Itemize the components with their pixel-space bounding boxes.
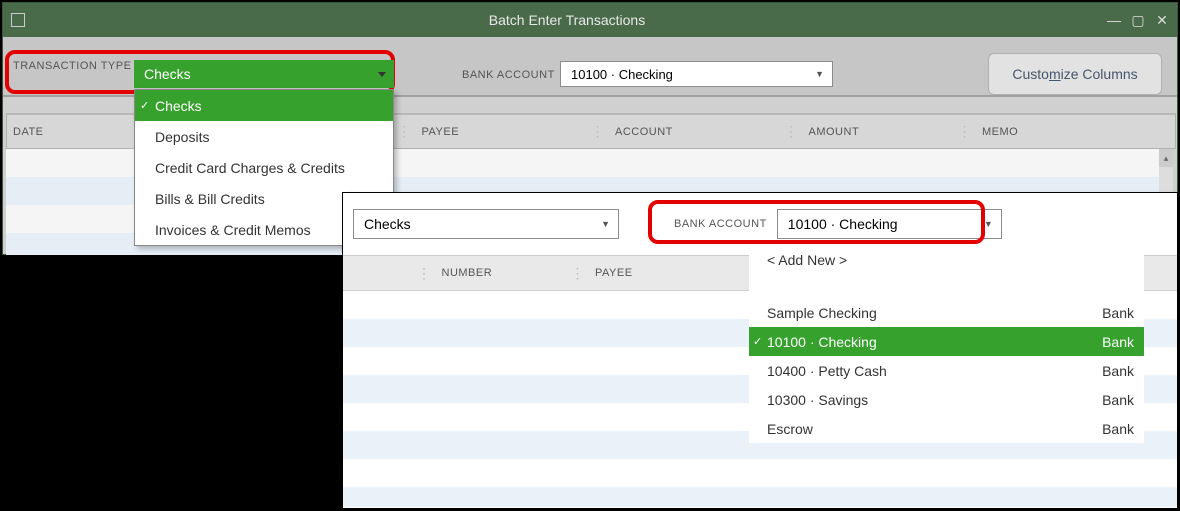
window-title: Batch Enter Transactions: [27, 12, 1107, 28]
chevron-down-icon: ▼: [601, 219, 610, 229]
col-memo: MEMO: [976, 126, 1175, 138]
transaction-type-select[interactable]: Checks: [134, 60, 394, 88]
minimize-icon[interactable]: —: [1107, 13, 1121, 27]
overlay-transaction-type-value: Checks: [364, 216, 411, 232]
bank-account-dropdown: < Add New > Sample Checking Bank 10100 ·…: [749, 245, 1144, 443]
overlay-bank-account-select[interactable]: 10100 · Checking ▼: [777, 209, 1002, 239]
col-account: ACCOUNT: [609, 126, 784, 138]
overlay-col-number: NUMBER: [436, 267, 571, 279]
bank-account-select[interactable]: 10100 · Checking ▼: [560, 61, 833, 87]
overlay-bank-account-value: 10100 · Checking: [788, 216, 898, 232]
col-payee: PAYEE: [416, 126, 591, 138]
transaction-type-option-checks[interactable]: Checks: [135, 90, 393, 121]
col-amount: AMOUNT: [803, 126, 958, 138]
scroll-up-icon[interactable]: ▴: [1159, 149, 1173, 167]
customize-columns-button[interactable]: Customize Columns: [988, 53, 1162, 95]
maximize-icon[interactable]: ▢: [1131, 13, 1145, 27]
bank-account-option[interactable]: Escrow Bank: [749, 414, 1144, 443]
bank-account-add-new[interactable]: < Add New >: [749, 245, 1144, 274]
bank-account-value: 10100 · Checking: [571, 67, 673, 82]
overlay-panel: Checks ▼ BANK ACCOUNT 10100 · Checking ▼…: [342, 192, 1178, 509]
chevron-down-icon: ▼: [815, 69, 824, 79]
overlay-bank-account-label: BANK ACCOUNT: [674, 218, 767, 230]
chevron-down-icon: [378, 72, 386, 77]
table-row[interactable]: [343, 459, 1177, 487]
bank-account-label: BANK ACCOUNT: [462, 69, 555, 81]
window-menu-icon[interactable]: [11, 13, 25, 27]
transaction-type-value: Checks: [144, 66, 191, 82]
close-icon[interactable]: ✕: [1155, 13, 1169, 27]
titlebar: Batch Enter Transactions — ▢ ✕: [3, 3, 1177, 37]
transaction-type-option-cc[interactable]: Credit Card Charges & Credits: [135, 152, 393, 183]
chevron-down-icon: ▼: [984, 219, 993, 229]
bank-account-option[interactable]: 10400 · Petty Cash Bank: [749, 356, 1144, 385]
customize-columns-label: Customize Columns: [1012, 66, 1137, 82]
transaction-type-option-deposits[interactable]: Deposits: [135, 121, 393, 152]
bank-account-option[interactable]: Sample Checking Bank: [749, 298, 1144, 327]
bank-account-option[interactable]: 10300 · Savings Bank: [749, 385, 1144, 414]
window-buttons: — ▢ ✕: [1107, 13, 1169, 27]
transaction-type-label: TRANSACTION TYPE: [13, 60, 131, 72]
col-date: DATE: [7, 126, 147, 138]
bank-account-option[interactable]: 10100 · Checking Bank: [749, 327, 1144, 356]
overlay-transaction-type-select[interactable]: Checks ▼: [353, 209, 619, 239]
table-row[interactable]: [343, 487, 1177, 507]
